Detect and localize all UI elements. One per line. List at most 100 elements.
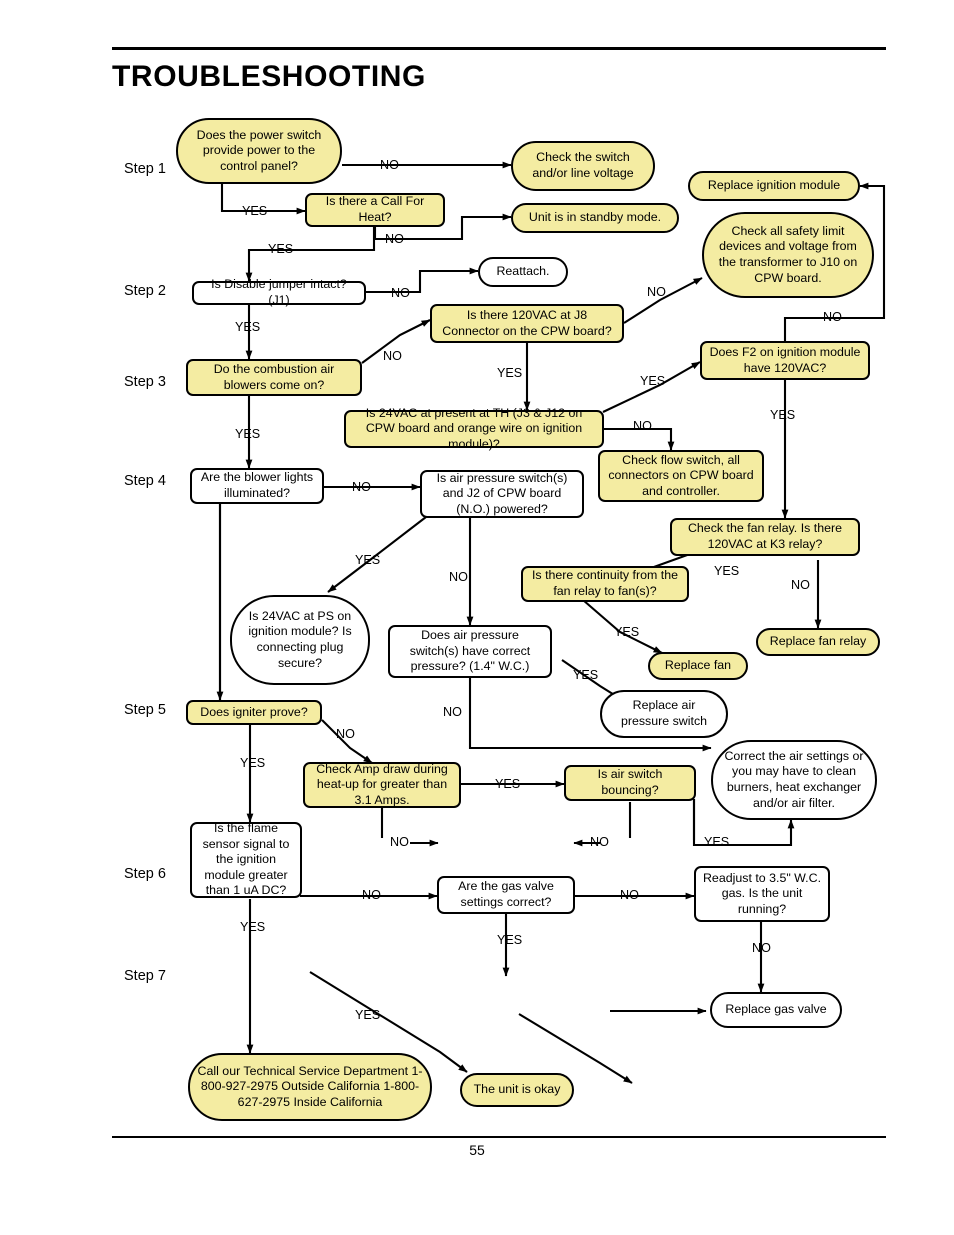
edge-label-no-17: NO: [752, 941, 771, 955]
node-gas-valve-settings-text: Are the gas valve settings correct?: [458, 879, 554, 909]
node-blower-lights[interactable]: Are the blower lights illuminated?: [190, 468, 324, 504]
step-label-2: Step 2: [124, 283, 166, 299]
node-correct-air-settings[interactable]: Correct the air settings or you may have…: [711, 740, 877, 820]
node-air-switch-bouncing[interactable]: Is air switch bouncing?: [564, 765, 696, 801]
node-blower-lights-text: Are the blower lights illuminated?: [200, 470, 314, 500]
node-replace-gas-valve[interactable]: Replace gas valve: [710, 992, 842, 1028]
node-check-switch-text: Check the switch and/or line voltage: [532, 150, 634, 180]
node-reattach-text: Reattach.: [496, 264, 550, 279]
node-continuity-fan-relay[interactable]: Is there continuity from the fan relay t…: [521, 566, 689, 602]
node-check-flow-switch[interactable]: Check flow switch, all connectors on CPW…: [598, 450, 764, 502]
node-unit-okay[interactable]: The unit is okay: [460, 1073, 574, 1107]
node-air-switch-bouncing-text: Is air switch bouncing?: [597, 767, 663, 797]
edge-label-no-9: NO: [449, 570, 468, 584]
edge-label-yes-17: YES: [355, 1008, 381, 1022]
node-replace-air-pressure-switch-text: Replace air pressure switch: [620, 698, 708, 728]
edge-label-no-5: NO: [647, 285, 666, 299]
node-standby-text: Unit is in standby mode.: [528, 210, 662, 225]
node-replace-fan-relay[interactable]: Replace fan relay: [756, 628, 880, 656]
node-vac24-ps-text: Is 24VAC at PS on ignition module? Is co…: [248, 608, 352, 670]
page-number: 55: [469, 1142, 485, 1158]
footer-rule: [112, 1136, 886, 1138]
node-vac-j8-text: Is there 120VAC at J8 Connector on the C…: [442, 307, 612, 338]
edge-label-no-15: NO: [362, 888, 381, 902]
node-igniter-prove-text: Does igniter prove?: [200, 704, 308, 719]
node-combustion-blowers-text: Do the combustion air blowers come on?: [213, 361, 335, 392]
node-replace-gas-valve-text: Replace gas valve: [725, 1002, 827, 1017]
edge-label-yes-10: YES: [614, 625, 640, 639]
node-vac24-th[interactable]: Is 24VAC at present at TH (J3 & J12 on C…: [344, 406, 604, 451]
edge-label-yes-5: YES: [640, 374, 666, 388]
node-call-for-heat-text: Is there a Call For Heat?: [325, 194, 425, 224]
node-check-amp-draw-text: Check Amp draw during heat-up for greate…: [316, 761, 448, 807]
step-label-5: Step 5: [124, 702, 166, 718]
edge-label-no-16: NO: [620, 888, 639, 902]
edge-label-no-14: NO: [590, 835, 609, 849]
node-replace-fan-relay-text: Replace fan relay: [769, 634, 867, 649]
edge-label-no-1: NO: [380, 158, 399, 172]
node-combustion-blowers[interactable]: Do the combustion air blowers come on?: [186, 359, 362, 396]
edge-label-yes-4: YES: [497, 366, 523, 380]
edge-label-yes-14: YES: [704, 835, 730, 849]
node-check-switch[interactable]: Check the switch and/or line voltage: [511, 141, 655, 191]
node-correct-pressure[interactable]: Does air pressure switch(s) have correct…: [388, 625, 552, 678]
step-label-6: Step 6: [124, 866, 166, 882]
step-label-4: Step 4: [124, 473, 166, 489]
node-replace-ignition-module[interactable]: Replace ignition module: [688, 171, 860, 201]
node-air-pressure-j2-text: Is air pressure switch(s) and J2 of CPW …: [436, 470, 568, 516]
edge-label-no-3: NO: [391, 286, 410, 300]
step-label-7: Step 7: [124, 968, 166, 984]
edge-label-yes-16: YES: [497, 933, 523, 947]
node-check-amp-draw[interactable]: Check Amp draw during heat-up for greate…: [303, 762, 461, 808]
edge-label-no-13: NO: [390, 835, 409, 849]
node-readjust-gas-text: Readjust to 3.5" W.C. gas. Is the unit r…: [702, 870, 822, 916]
node-power-switch-text: Does the power switch provide power to t…: [196, 127, 322, 173]
node-standby[interactable]: Unit is in standby mode.: [511, 203, 679, 233]
edge-label-no-11: NO: [336, 727, 355, 741]
node-flame-sensor[interactable]: Is the flame sensor signal to the igniti…: [190, 821, 302, 898]
node-f2-module-text: Does F2 on ignition module have 120VAC?: [709, 344, 861, 375]
edge-label-yes-1: YES: [242, 204, 268, 218]
edge-label-yes-15: YES: [240, 920, 266, 934]
edge-label-yes-2: YES: [268, 242, 294, 256]
node-gas-valve-settings[interactable]: Are the gas valve settings correct?: [437, 876, 575, 914]
node-check-safety-limit[interactable]: Check all safety limit devices and volta…: [702, 212, 874, 298]
header-rule: [112, 47, 886, 50]
node-igniter-prove[interactable]: Does igniter prove?: [186, 700, 322, 725]
edge-label-yes-6: YES: [235, 427, 261, 441]
node-check-safety-limit-text: Check all safety limit devices and volta…: [718, 223, 858, 285]
node-replace-fan-text: Replace fan: [664, 658, 732, 673]
node-correct-pressure-text: Does air pressure switch(s) have correct…: [409, 628, 531, 674]
node-vac-j8[interactable]: Is there 120VAC at J8 Connector on the C…: [430, 304, 624, 343]
node-check-fan-relay-text: Check the fan relay. Is there 120VAC at …: [687, 521, 843, 551]
node-call-service[interactable]: Call our Technical Service Department 1-…: [188, 1053, 432, 1121]
node-reattach[interactable]: Reattach.: [478, 257, 568, 287]
edge-label-yes-11: YES: [573, 668, 599, 682]
node-power-switch[interactable]: Does the power switch provide power to t…: [176, 118, 342, 184]
node-correct-air-settings-text: Correct the air settings or you may have…: [724, 748, 864, 810]
edge-label-yes-12: YES: [240, 756, 266, 770]
node-readjust-gas[interactable]: Readjust to 3.5" W.C. gas. Is the unit r…: [694, 866, 830, 922]
node-air-pressure-j2[interactable]: Is air pressure switch(s) and J2 of CPW …: [420, 470, 584, 518]
node-replace-air-pressure-switch[interactable]: Replace air pressure switch: [600, 690, 728, 738]
edge-label-yes-8: YES: [355, 553, 381, 567]
node-continuity-fan-relay-text: Is there continuity from the fan relay t…: [531, 568, 678, 598]
edge-label-yes-7: YES: [770, 408, 796, 422]
node-call-service-text: Call our Technical Service Department 1-…: [197, 1063, 423, 1109]
edge-label-no-7: NO: [633, 419, 652, 433]
node-vac24-ps[interactable]: Is 24VAC at PS on ignition module? Is co…: [230, 595, 370, 685]
node-replace-fan[interactable]: Replace fan: [648, 652, 748, 680]
edge-label-no-2: NO: [385, 232, 404, 246]
page-title: TROUBLESHOOTING: [112, 60, 426, 93]
edge-label-yes-9: YES: [714, 564, 740, 578]
node-f2-module[interactable]: Does F2 on ignition module have 120VAC?: [700, 341, 870, 380]
edge-label-no-10: NO: [791, 578, 810, 592]
node-check-fan-relay[interactable]: Check the fan relay. Is there 120VAC at …: [670, 518, 860, 556]
edge-label-no-6: NO: [823, 310, 842, 324]
node-vac24-th-text: Is 24VAC at present at TH (J3 & J12 on C…: [365, 405, 583, 451]
node-disable-jumper[interactable]: Is Disable jumper intact? (J1): [192, 277, 366, 307]
step-label-1: Step 1: [124, 161, 166, 177]
node-call-for-heat[interactable]: Is there a Call For Heat?: [305, 193, 445, 227]
node-unit-okay-text: The unit is okay: [473, 1082, 561, 1097]
edge-label-no-4: NO: [383, 349, 402, 363]
